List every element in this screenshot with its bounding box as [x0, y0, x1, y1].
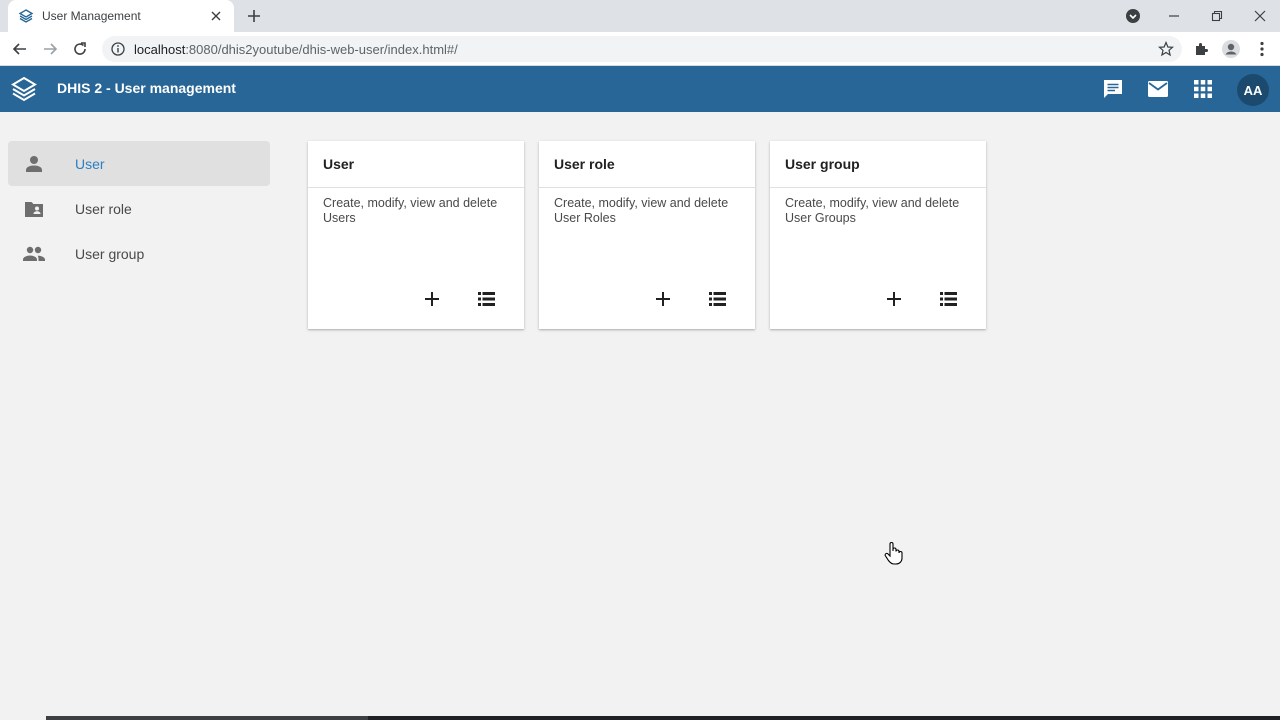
app-header: DHIS 2 - User management [0, 66, 1280, 112]
hand-cursor-icon [884, 541, 904, 565]
card-description: Create, modify, view and delete User Gro… [785, 196, 960, 225]
dhis2-favicon-icon [18, 8, 34, 24]
card-user-group: User group Create, modify, view and dele… [770, 141, 986, 329]
browser-menu-icon[interactable] [1250, 37, 1274, 61]
add-icon[interactable] [420, 287, 444, 311]
restore-icon[interactable] [1196, 0, 1238, 32]
browser-tab[interactable]: User Management [8, 0, 234, 32]
sidebar-item-label: User group [75, 245, 145, 262]
new-tab-icon[interactable] [244, 6, 264, 26]
bookmark-star-icon[interactable] [1157, 40, 1175, 57]
close-window-icon[interactable] [1239, 0, 1280, 32]
group-icon [22, 242, 46, 266]
sidebar: User User role User group [8, 141, 270, 276]
tab-title: User Management [42, 9, 141, 23]
dhis2-logo-icon[interactable] [10, 75, 38, 103]
address-bar[interactable]: localhost:8080/dhis2youtube/dhis-web-use… [102, 36, 1182, 62]
card-actions [651, 287, 729, 311]
sidebar-item-label: User role [75, 200, 132, 217]
site-info-icon[interactable] [110, 41, 126, 57]
back-icon[interactable] [8, 37, 32, 61]
tab-close-icon[interactable] [208, 8, 224, 24]
forward-icon[interactable] [38, 37, 62, 61]
sidebar-item-user[interactable]: User [8, 141, 270, 186]
profile-icon[interactable] [1219, 37, 1243, 61]
browser-tab-bar: User Management [0, 0, 1280, 32]
sidebar-item-label: User [75, 155, 105, 172]
folder-shared-icon [22, 197, 46, 221]
extensions-icon[interactable] [1189, 37, 1213, 61]
list-icon[interactable] [474, 287, 498, 311]
url-path: :8080/dhis2youtube/dhis-web-user/index.h… [185, 41, 458, 57]
tab-search-icon[interactable] [1112, 0, 1154, 32]
card-title: User [308, 141, 524, 188]
card-title: User group [770, 141, 986, 188]
sidebar-item-user-role[interactable]: User role [8, 186, 270, 231]
minimize-icon[interactable] [1153, 0, 1195, 32]
list-icon[interactable] [936, 287, 960, 311]
sidebar-item-user-group[interactable]: User group [8, 231, 270, 276]
card-title: User role [539, 141, 755, 188]
card-description: Create, modify, view and delete User Rol… [554, 196, 729, 225]
taskbar-strip-dark [368, 716, 1280, 720]
card-description: Create, modify, view and delete Users [323, 196, 498, 225]
card-actions [420, 287, 498, 311]
person-icon [22, 152, 46, 176]
list-icon[interactable] [705, 287, 729, 311]
card-user-role: User role Create, modify, view and delet… [539, 141, 755, 329]
app-title: DHIS 2 - User management [57, 80, 236, 96]
taskbar-strip [46, 716, 368, 720]
reload-icon[interactable] [68, 37, 92, 61]
mail-icon[interactable] [1146, 77, 1170, 101]
add-icon[interactable] [651, 287, 675, 311]
browser-toolbar: localhost:8080/dhis2youtube/dhis-web-use… [0, 32, 1280, 66]
messages-icon[interactable] [1101, 77, 1125, 101]
url-host: localhost [134, 41, 186, 57]
card-actions [882, 287, 960, 311]
add-icon[interactable] [882, 287, 906, 311]
url-text: localhost:8080/dhis2youtube/dhis-web-use… [134, 42, 458, 57]
card-user: User Create, modify, view and delete Use… [308, 141, 524, 329]
apps-grid-icon[interactable] [1191, 77, 1215, 101]
user-avatar[interactable]: AA [1237, 74, 1269, 106]
